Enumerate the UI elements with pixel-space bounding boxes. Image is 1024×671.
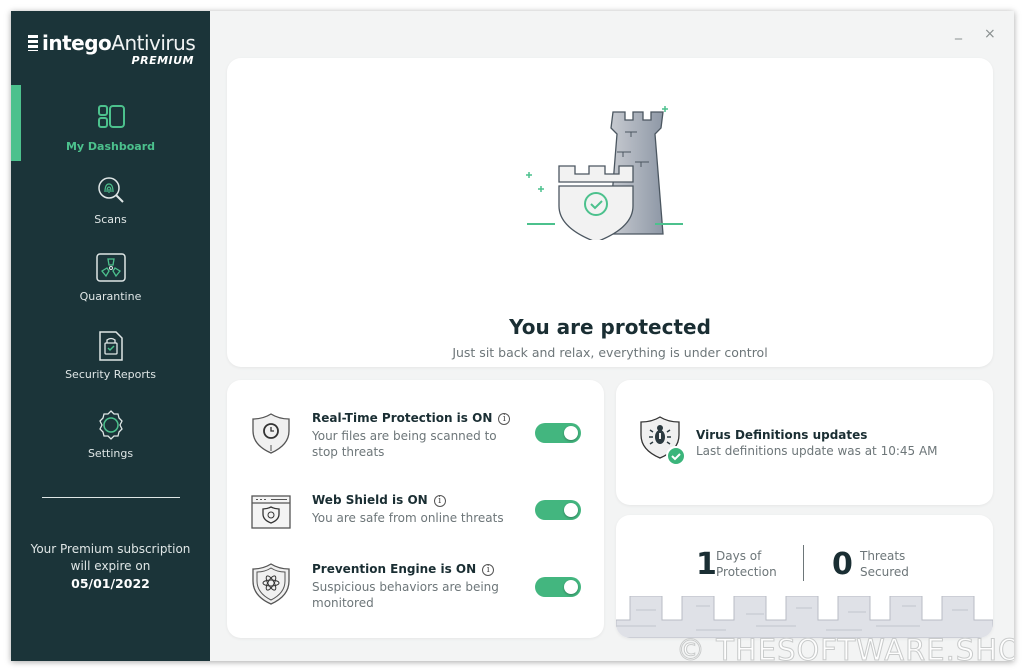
tower-logo-icon — [28, 35, 38, 51]
dashboard-icon — [97, 105, 125, 128]
stat-value: 1 — [696, 547, 717, 582]
sidebar-item-scans[interactable]: Scans — [11, 174, 210, 226]
prevention-engine-toggle[interactable] — [535, 577, 581, 597]
sidebar-item-label: Scans — [94, 213, 127, 226]
sidebar-item-label: Quarantine — [79, 290, 142, 303]
feature-description: Suspicious behaviors are being monitored — [312, 580, 499, 610]
feature-title: Prevention Engine is ON i — [312, 562, 495, 576]
clock-shield-icon — [252, 413, 290, 454]
stat-label: Threats Secured — [860, 549, 909, 579]
feature-title: Web Shield is ON i — [312, 493, 446, 507]
stat-value: 0 — [832, 547, 853, 582]
subscription-line1: Your Premium subscription — [30, 542, 191, 556]
subscription-expiry-date: 05/01/2022 — [71, 576, 150, 591]
gear-icon — [98, 410, 123, 440]
protection-status-title: You are protected — [509, 315, 711, 339]
stat-days-of-protection: 1 Days of Protection — [696, 545, 796, 585]
subscription-info: Your Premium subscription will expire on… — [11, 541, 210, 592]
info-icon[interactable]: i — [482, 564, 495, 576]
sidebar-item-label: Settings — [87, 447, 134, 460]
web-shield-icon — [251, 495, 291, 529]
protection-status-card: You are protected Just sit back and rela… — [227, 58, 993, 367]
protection-stats-card: 1 Days of Protection 0 Threats Secured — [616, 515, 993, 638]
info-icon[interactable]: i — [498, 413, 511, 425]
sidebar-item-dashboard[interactable]: My Dashboard — [11, 101, 210, 153]
castle-wall-illustration — [616, 596, 993, 638]
web-shield-toggle[interactable] — [535, 500, 581, 520]
bug-shield-icon — [640, 416, 686, 466]
logo: integoAntivirus PREMIUM — [28, 31, 198, 71]
stat-label: Days of Protection — [716, 549, 777, 579]
toggle-knob — [564, 503, 578, 517]
atom-shield-icon — [252, 563, 290, 605]
definitions-title: Virus Definitions updates — [696, 428, 868, 442]
brand-name: intego — [42, 31, 112, 55]
feature-description: Your files are being scanned to stop thr… — [312, 429, 497, 459]
fingerprint-search-icon — [97, 177, 124, 203]
sidebar: integoAntivirus PREMIUM My Dashboard Sca… — [11, 11, 210, 661]
sidebar-divider — [42, 497, 180, 498]
app-window: integoAntivirus PREMIUM My Dashboard Sca… — [11, 11, 1014, 661]
subscription-line2: will expire on — [70, 559, 151, 573]
toggle-knob — [564, 426, 578, 440]
feature-prevention-engine: Prevention Engine is ON i Suspicious beha… — [227, 562, 604, 622]
castle-shield-illustration — [526, 106, 683, 240]
stats-divider — [803, 545, 804, 581]
feature-title: Real-Time Protection is ON i — [312, 411, 511, 425]
watermark: © THESOFTWARE.SHOP — [675, 633, 1014, 662]
real-time-protection-toggle[interactable] — [535, 423, 581, 443]
feature-description: You are safe from online threats — [312, 511, 504, 525]
sidebar-item-security-reports[interactable]: Security Reports — [11, 329, 210, 381]
report-document-icon — [98, 331, 123, 361]
minimize-button[interactable]: _ — [955, 24, 962, 40]
biohazard-icon — [95, 253, 126, 282]
stat-threats-secured: 0 Threats Secured — [832, 545, 952, 585]
edition-label: PREMIUM — [131, 54, 194, 67]
protection-features-card: Real-Time Protection is ON i Your files a… — [227, 380, 604, 638]
feature-web-shield: Web Shield is ON i You are safe from onli… — [227, 493, 604, 553]
toggle-knob — [564, 580, 578, 594]
sidebar-item-label: My Dashboard — [65, 140, 156, 153]
sidebar-item-label: Security Reports — [65, 368, 156, 381]
virus-definitions-card[interactable]: Virus Definitions updates Last definitio… — [616, 380, 993, 505]
feature-real-time-protection: Real-Time Protection is ON i Your files a… — [227, 411, 604, 471]
definitions-last-update: Last definitions update was at 10:45 AM — [696, 444, 938, 458]
close-button[interactable]: × — [984, 26, 996, 42]
sidebar-item-settings[interactable]: Settings — [11, 408, 210, 460]
sidebar-item-quarantine[interactable]: Quarantine — [11, 251, 210, 303]
protection-status-subtitle: Just sit back and relax, everything is u… — [452, 345, 768, 360]
info-icon[interactable]: i — [433, 495, 446, 507]
product-name: Antivirus — [111, 31, 196, 55]
